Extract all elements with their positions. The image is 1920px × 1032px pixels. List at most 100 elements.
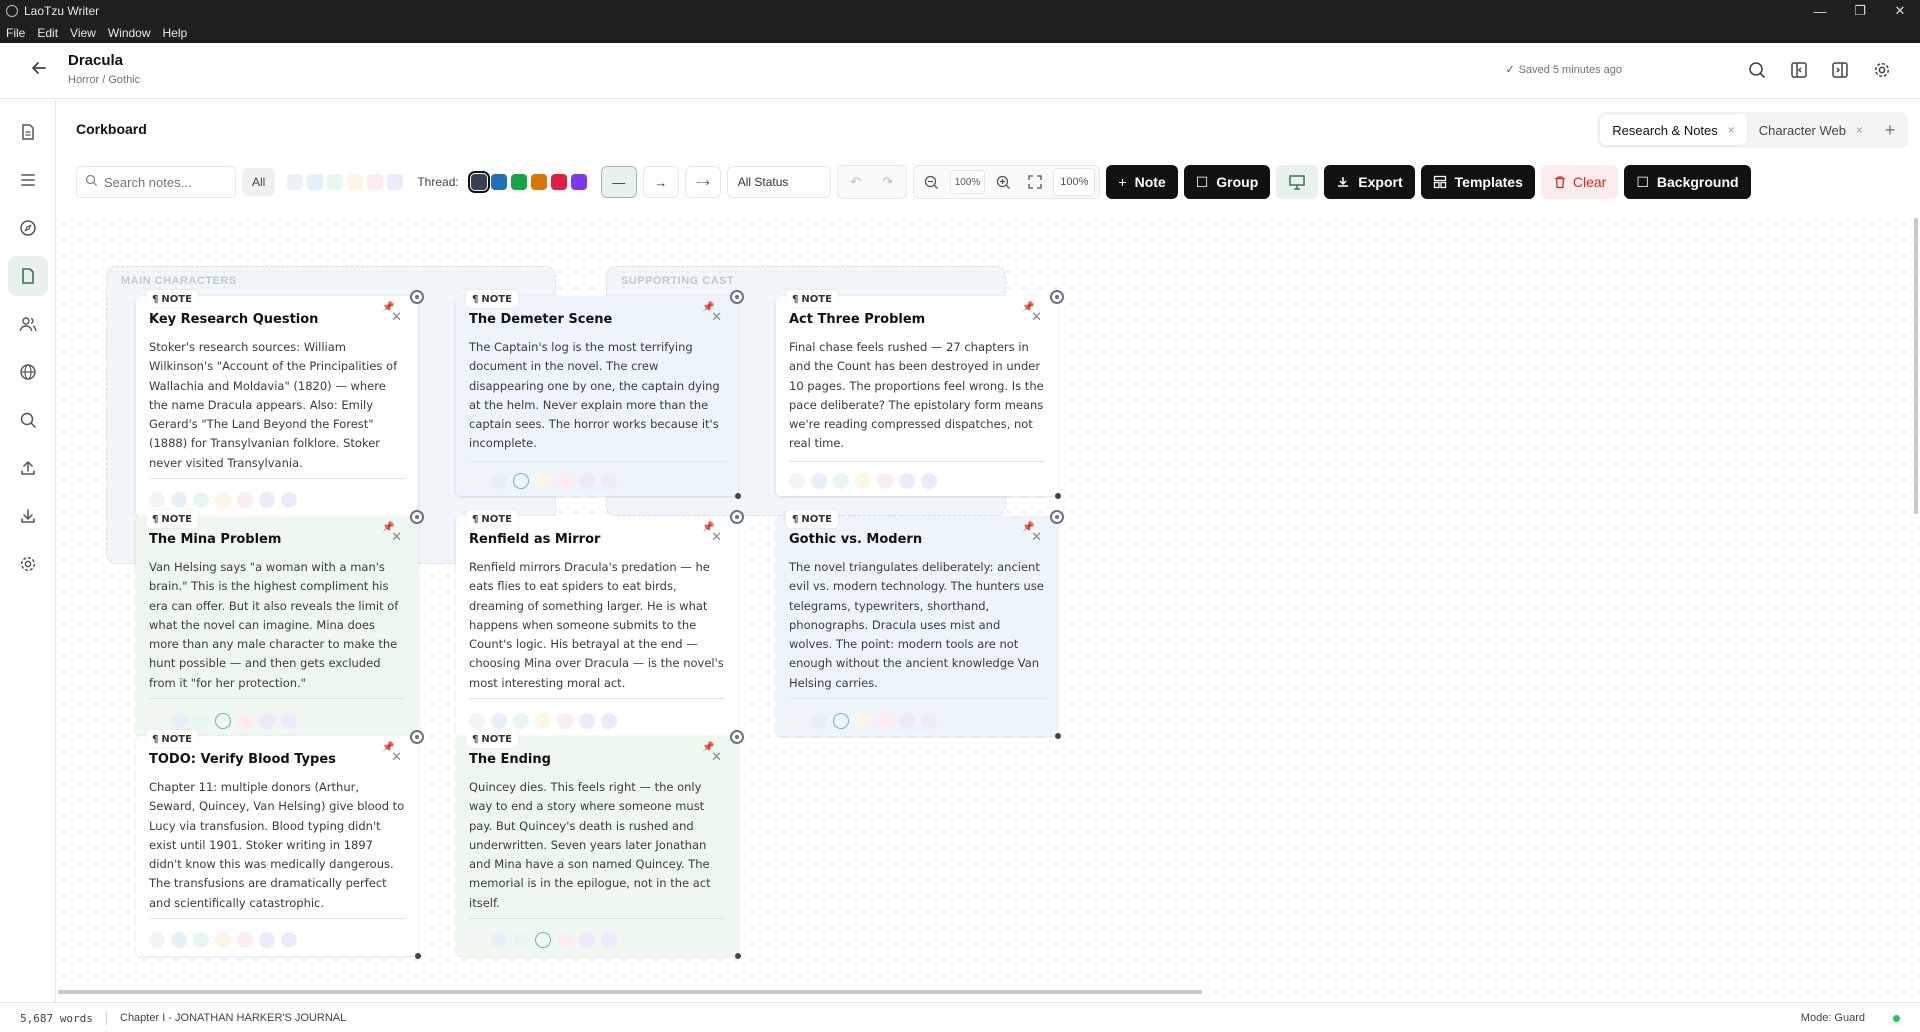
zoom-out-icon[interactable] (918, 169, 946, 195)
note-title[interactable]: Act Three Problem (789, 312, 925, 327)
thread-color-swatch[interactable] (467, 171, 490, 193)
menu-view[interactable]: View (70, 26, 96, 40)
note-color-dot[interactable] (281, 492, 297, 508)
note-color-dot[interactable] (149, 713, 165, 729)
note-color-dot[interactable] (171, 492, 187, 508)
restore-icon[interactable]: ❐ (1840, 3, 1880, 19)
note-color-dot[interactable] (193, 932, 209, 948)
vertical-scrollbar[interactable] (1914, 218, 1918, 514)
zoom-in-icon[interactable] (989, 169, 1017, 195)
add-note-button[interactable]: + Note (1106, 165, 1178, 199)
note-color-dot[interactable] (833, 713, 849, 729)
filter-color-swatch[interactable] (287, 174, 304, 190)
note-card[interactable]: ¶ NOTE 📌 ✕ The Demeter Scene The Captain's lo… (456, 290, 744, 499)
note-color-dot[interactable] (601, 473, 617, 489)
corkboard-canvas[interactable]: MAIN CHARACTERS SUPPORTING CAST ¶ NOTE 📌 ✕ K… (56, 216, 1920, 994)
close-icon[interactable]: ✕ (391, 530, 402, 545)
note-color-dot[interactable] (215, 492, 231, 508)
note-color-dot[interactable] (215, 932, 231, 948)
tab-character-web[interactable]: Character Web × (1747, 115, 1875, 145)
note-color-dot[interactable] (513, 473, 529, 489)
filter-color-swatch[interactable] (387, 174, 404, 190)
back-arrow-icon[interactable] (28, 59, 50, 81)
note-color-dot[interactable] (171, 932, 187, 948)
close-icon[interactable]: ✕ (711, 530, 722, 545)
note-card[interactable]: ¶ NOTE 📌 ✕ Renfield as Mirror Renfield mirror… (456, 510, 744, 739)
menu-help[interactable]: Help (163, 26, 188, 40)
note-body[interactable]: The novel triangulates deliberately: anc… (789, 558, 1047, 693)
thread-color-swatch[interactable] (510, 174, 527, 190)
note-card[interactable]: ¶ NOTE 📌 ✕ Gothic vs. Modern The novel triang… (776, 510, 1064, 739)
close-tab-icon[interactable]: × (1856, 123, 1863, 137)
note-color-dot[interactable] (469, 932, 485, 948)
note-color-dot[interactable] (149, 492, 165, 508)
note-color-dot[interactable] (601, 713, 617, 729)
filter-color-swatch[interactable] (307, 174, 324, 190)
outline-list-icon[interactable] (8, 160, 48, 200)
clear-button[interactable]: Clear (1540, 165, 1619, 199)
close-icon[interactable]: ✕ (391, 750, 402, 765)
note-color-dot[interactable] (557, 473, 573, 489)
resize-handle[interactable] (735, 493, 741, 499)
menu-edit[interactable]: Edit (37, 26, 58, 40)
close-icon[interactable]: ✕ (1031, 310, 1042, 325)
note-color-dot[interactable] (513, 932, 529, 948)
note-color-dot[interactable] (237, 492, 253, 508)
note-title[interactable]: The Demeter Scene (469, 312, 612, 327)
thread-color-swatch[interactable] (530, 174, 547, 190)
note-color-dot[interactable] (855, 473, 871, 489)
resize-handle[interactable] (1055, 733, 1061, 739)
note-card[interactable]: ¶ NOTE 📌 ✕ The Ending Quincey dies. This feel… (456, 730, 744, 959)
close-window-icon[interactable]: ✕ (1880, 3, 1920, 19)
fit-screen-icon[interactable] (1021, 169, 1049, 195)
search-notes-input[interactable] (104, 174, 224, 190)
settings-gear-icon[interactable] (1871, 59, 1893, 81)
document-icon[interactable] (8, 112, 48, 152)
note-color-dot[interactable] (259, 492, 275, 508)
connect-handle-icon[interactable] (410, 510, 424, 524)
note-color-dot[interactable] (469, 473, 485, 489)
note-color-dot[interactable] (557, 713, 573, 729)
corkboard-icon[interactable] (8, 256, 48, 296)
thread-color-swatch[interactable] (490, 174, 507, 190)
minimize-icon[interactable]: — (1800, 4, 1840, 19)
note-body[interactable]: Chapter 11: multiple donors (Arthur, Sew… (149, 778, 407, 913)
horizontal-scrollbar[interactable] (58, 990, 1202, 994)
note-body[interactable]: Quincey dies. This feels right — the onl… (469, 778, 727, 913)
note-color-dot[interactable] (491, 473, 507, 489)
search-icon[interactable] (1746, 59, 1768, 81)
close-icon[interactable]: ✕ (711, 310, 722, 325)
note-color-dot[interactable] (171, 713, 187, 729)
note-color-dot[interactable] (215, 713, 231, 729)
note-color-dot[interactable] (193, 492, 209, 508)
note-color-dot[interactable] (899, 473, 915, 489)
tab-research-notes[interactable]: Research & Notes × (1600, 115, 1747, 145)
note-color-dot[interactable] (557, 932, 573, 948)
note-card[interactable]: ¶ NOTE 📌 ✕ Key Research Question Stoker's res… (136, 290, 424, 519)
note-color-dot[interactable] (921, 713, 937, 729)
note-color-dot[interactable] (237, 932, 253, 948)
note-color-dot[interactable] (789, 473, 805, 489)
connect-handle-icon[interactable] (410, 290, 424, 304)
note-color-dot[interactable] (601, 932, 617, 948)
note-color-dot[interactable] (149, 932, 165, 948)
world-globe-icon[interactable] (8, 352, 48, 392)
note-color-dot[interactable] (535, 713, 551, 729)
download-icon[interactable] (8, 496, 48, 536)
resize-handle[interactable] (735, 953, 741, 959)
close-tab-icon[interactable]: × (1728, 123, 1735, 137)
zoom-percentage[interactable]: 100% (1053, 168, 1096, 196)
mode-indicator[interactable]: Mode: Guard (1801, 1012, 1865, 1024)
note-color-dot[interactable] (877, 713, 893, 729)
note-color-dot[interactable] (281, 713, 297, 729)
toggle-right-panel-icon[interactable] (1829, 59, 1851, 81)
note-card[interactable]: ¶ NOTE 📌 ✕ Act Three Problem Final chase feel… (776, 290, 1064, 499)
connect-handle-icon[interactable] (730, 290, 744, 304)
menu-window[interactable]: Window (108, 26, 151, 40)
note-color-dot[interactable] (469, 713, 485, 729)
note-color-dot[interactable] (491, 932, 507, 948)
resize-handle[interactable] (1055, 493, 1061, 499)
note-color-dot[interactable] (833, 473, 849, 489)
note-color-dot[interactable] (579, 713, 595, 729)
note-color-dot[interactable] (579, 473, 595, 489)
